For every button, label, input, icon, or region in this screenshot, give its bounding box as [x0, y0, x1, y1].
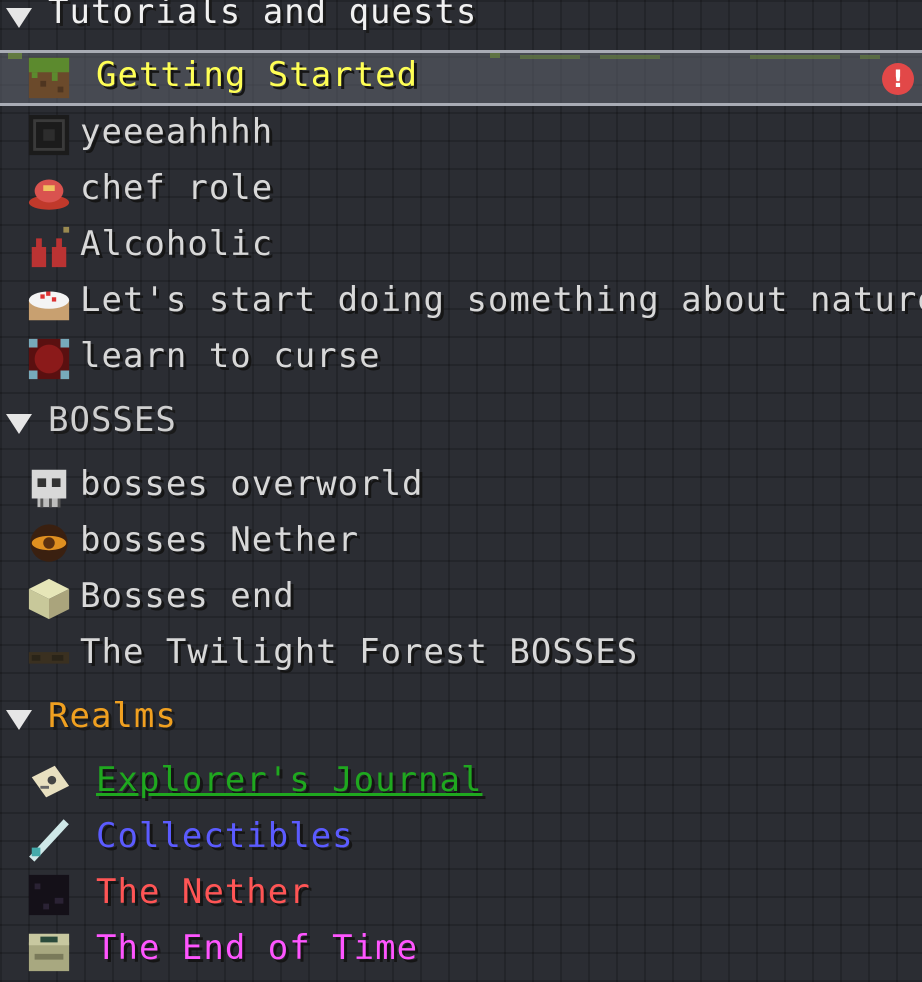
chapter-label: Collectibles — [96, 816, 354, 856]
curse-block-icon — [28, 338, 70, 380]
collapse-arrow-icon[interactable] — [6, 414, 32, 434]
chapter-chef-role[interactable]: chef role — [0, 164, 922, 218]
twilight-log-icon — [28, 652, 70, 664]
chapter-label: Alcoholic — [80, 224, 274, 264]
category-label: BOSSES — [48, 400, 177, 440]
category-realms[interactable]: Realms — [0, 696, 922, 740]
alert-icon: ! — [882, 63, 914, 95]
chapter-the-nether[interactable]: The Nether — [0, 868, 922, 922]
chapter-label: Let's start doing something about nature… — [80, 280, 922, 320]
chapter-twilight-bosses[interactable]: The Twilight Forest BOSSES — [0, 628, 922, 682]
category-bosses[interactable]: BOSSES — [0, 400, 922, 444]
nether-boss-icon — [30, 524, 68, 562]
chapter-alcoholic[interactable]: Alcoholic — [0, 220, 922, 274]
feather-icon — [29, 819, 69, 862]
chapter-label: Bosses end — [80, 576, 295, 616]
chapter-bosses-nether[interactable]: bosses Nether — [0, 516, 922, 570]
chapter-label: Getting Started — [96, 55, 419, 95]
chapter-end-of-time[interactable]: The End of Time — [0, 924, 922, 978]
chapter-label: The End of Time — [96, 928, 419, 968]
chapter-label: learn to curse — [80, 336, 381, 376]
chapter-label: Explorer's Journal — [96, 760, 483, 800]
end-stone-icon — [28, 578, 70, 620]
grass-block-icon — [28, 57, 70, 99]
collapse-arrow-icon[interactable] — [6, 8, 32, 28]
chapter-nature[interactable]: Let's start doing something about nature… — [0, 276, 922, 330]
chapter-label: The Twilight Forest BOSSES — [80, 632, 639, 672]
end-portal-icon — [28, 933, 70, 972]
chapter-bosses-overworld[interactable]: bosses overworld — [0, 460, 922, 514]
chapter-label: bosses overworld — [80, 464, 424, 504]
obsidian-icon — [28, 874, 70, 916]
chapter-label: bosses Nether — [80, 520, 360, 560]
meat-dish-icon — [28, 179, 70, 210]
category-tutorials[interactable]: Tutorials and quests — [0, 0, 922, 40]
skull-icon — [31, 469, 67, 508]
cake-icon — [28, 291, 70, 321]
chapter-label: The Nether — [96, 872, 311, 912]
bottles-icon — [31, 226, 70, 268]
chapter-getting-started[interactable]: Getting Started ! — [0, 50, 922, 106]
chapter-label: chef role — [80, 168, 274, 208]
journal-icon — [31, 765, 70, 798]
category-label: Realms — [48, 696, 177, 736]
chapter-collectibles[interactable]: Collectibles — [0, 812, 922, 866]
dark-block-icon — [28, 114, 70, 156]
chapter-learn-to-curse[interactable]: learn to curse — [0, 332, 922, 386]
collapse-arrow-icon[interactable] — [6, 710, 32, 730]
chapter-bosses-end[interactable]: Bosses end — [0, 572, 922, 626]
chapter-explorers-journal[interactable]: Explorer's Journal — [0, 756, 922, 810]
category-label: Tutorials and quests — [48, 0, 478, 32]
chapter-label: yeeeahhhh — [80, 112, 274, 152]
chapter-yeeeahhhh[interactable]: yeeeahhhh — [0, 108, 922, 162]
